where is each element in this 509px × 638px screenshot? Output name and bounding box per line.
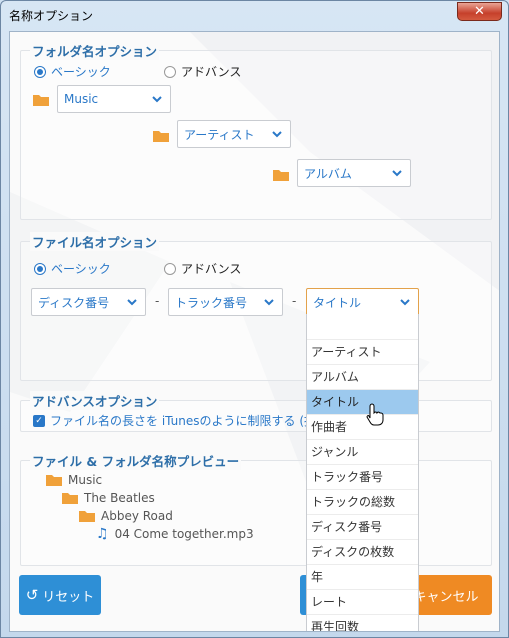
folder-mode-basic-label: ベーシック <box>51 65 111 79</box>
folder-icon <box>79 511 95 522</box>
dialog-window: 名称オプション ✕ フォルダ名オプション ベーシック アドバンス Music ア… <box>0 0 509 638</box>
separator-dash: - <box>155 294 160 308</box>
folder-mode-basic-radio[interactable]: ベーシック <box>34 63 111 80</box>
dropdown-option[interactable]: 作曲者 <box>307 414 418 439</box>
checkbox-icon[interactable]: ✓ <box>33 414 45 427</box>
dropdown-option[interactable]: レート <box>307 589 418 614</box>
folder-level3-value: アルバム <box>304 166 352 181</box>
folder-mode-advanced-radio[interactable]: アドバンス <box>164 63 241 80</box>
folder-options-title: フォルダ名オプション <box>30 41 160 60</box>
file-part1-select[interactable]: ディスク番号 <box>31 288 146 316</box>
title-dropdown-list[interactable]: アーティスト アルバム タイトル 作曲者 ジャンル トラック番号 トラックの総数… <box>306 314 419 631</box>
file-part1-value: ディスク番号 <box>38 295 110 310</box>
preview-item-label: Abbey Road <box>101 509 173 523</box>
folder-level3-select[interactable]: アルバム <box>297 159 411 187</box>
dropdown-option[interactable]: トラックの総数 <box>307 489 418 514</box>
folder-icon <box>273 170 289 181</box>
preview-item-label: Music <box>68 473 103 487</box>
file-part2-value: トラック番号 <box>175 295 248 310</box>
folder-icon <box>46 475 62 486</box>
chevron-down-icon <box>127 299 137 306</box>
reset-icon: ↺ <box>25 586 39 604</box>
preview-title: ファイル & フォルダ名称プレビュー <box>30 451 242 470</box>
reset-button-label: リセット <box>42 589 95 605</box>
preview-item-label: 04 Come together.mp3 <box>114 527 254 541</box>
file-mode-basic-radio[interactable]: ベーシック <box>34 260 111 277</box>
radio-icon <box>34 65 46 78</box>
close-button[interactable]: ✕ <box>457 2 502 21</box>
folder-level2-select[interactable]: アーティスト <box>177 120 291 148</box>
dropdown-option[interactable]: トラック番号 <box>307 464 418 489</box>
folder-icon <box>33 95 49 106</box>
folder-level1-value: Music <box>64 92 99 106</box>
dropdown-option[interactable]: ジャンル <box>307 439 418 464</box>
dropdown-option[interactable]: ディスク番号 <box>307 514 418 539</box>
separator-dash: - <box>292 294 297 308</box>
folder-level2-value: アーティスト <box>184 127 255 142</box>
file-mode-basic-label: ベーシック <box>51 262 111 276</box>
file-options-title: ファイル名オプション <box>30 232 160 251</box>
file-part3-value: タイトル <box>313 295 362 310</box>
file-part3-select[interactable]: タイトル <box>306 288 419 316</box>
folder-icon <box>153 131 169 142</box>
chevron-down-icon <box>152 96 162 103</box>
preview-folder-album: Abbey Road <box>79 509 173 523</box>
dropdown-option[interactable] <box>307 314 418 339</box>
chevron-down-icon <box>400 299 410 306</box>
radio-icon <box>164 262 176 275</box>
file-part2-select[interactable]: トラック番号 <box>168 288 283 316</box>
dropdown-option-selected[interactable]: タイトル <box>307 389 418 414</box>
folder-icon <box>62 493 78 504</box>
folder-mode-advanced-label: アドバンス <box>181 65 242 79</box>
dropdown-option[interactable]: アルバム <box>307 364 418 389</box>
limit-length-label: ファイル名の長さを iTunesのように制限する (推奨 <box>50 414 328 428</box>
dialog-body: フォルダ名オプション ベーシック アドバンス Music アーティスト アルバム… <box>9 31 500 632</box>
chevron-down-icon <box>392 170 402 177</box>
music-note-icon: ♫ <box>96 526 109 542</box>
close-icon: ✕ <box>474 4 485 19</box>
file-mode-advanced-label: アドバンス <box>181 262 242 276</box>
chevron-down-icon <box>264 299 274 306</box>
folder-level1-select[interactable]: Music <box>57 85 171 113</box>
dropdown-option[interactable]: 再生回数 <box>307 614 418 631</box>
preview-folder-artist: The Beatles <box>62 491 155 505</box>
title-bar: 名称オプション ✕ <box>1 1 508 29</box>
limit-length-checkbox-row[interactable]: ✓ ファイル名の長さを iTunesのように制限する (推奨 <box>33 412 328 429</box>
dropdown-option[interactable]: ディスクの枚数 <box>307 539 418 564</box>
preview-item-label: The Beatles <box>84 491 155 505</box>
advanced-options-title: アドバンスオプション <box>30 391 160 410</box>
hand-cursor-icon <box>366 403 384 426</box>
preview-folder-music: Music <box>46 473 102 487</box>
reset-button[interactable]: ↺ リセット <box>19 575 101 615</box>
preview-file: ♫ 04 Come together.mp3 <box>96 526 254 542</box>
dropdown-option[interactable]: アーティスト <box>307 339 418 364</box>
dropdown-option[interactable]: 年 <box>307 564 418 589</box>
window-title: 名称オプション <box>9 9 94 23</box>
radio-icon <box>34 262 46 275</box>
radio-icon <box>164 65 176 78</box>
chevron-down-icon <box>272 131 282 138</box>
cancel-button-label: キャンセル <box>413 589 479 605</box>
file-mode-advanced-radio[interactable]: アドバンス <box>164 260 241 277</box>
